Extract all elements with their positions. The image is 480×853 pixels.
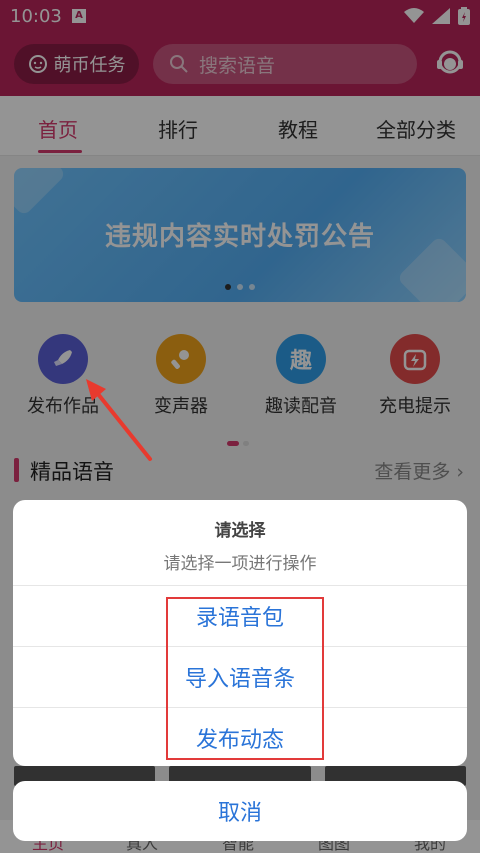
cancel-button[interactable]: 取消 bbox=[13, 781, 467, 841]
sheet-title: 请选择 bbox=[214, 521, 266, 541]
highlight-box bbox=[166, 597, 324, 760]
sheet-subtitle: 请选择一项进行操作 bbox=[163, 554, 317, 574]
annotation-arrow bbox=[86, 379, 152, 461]
